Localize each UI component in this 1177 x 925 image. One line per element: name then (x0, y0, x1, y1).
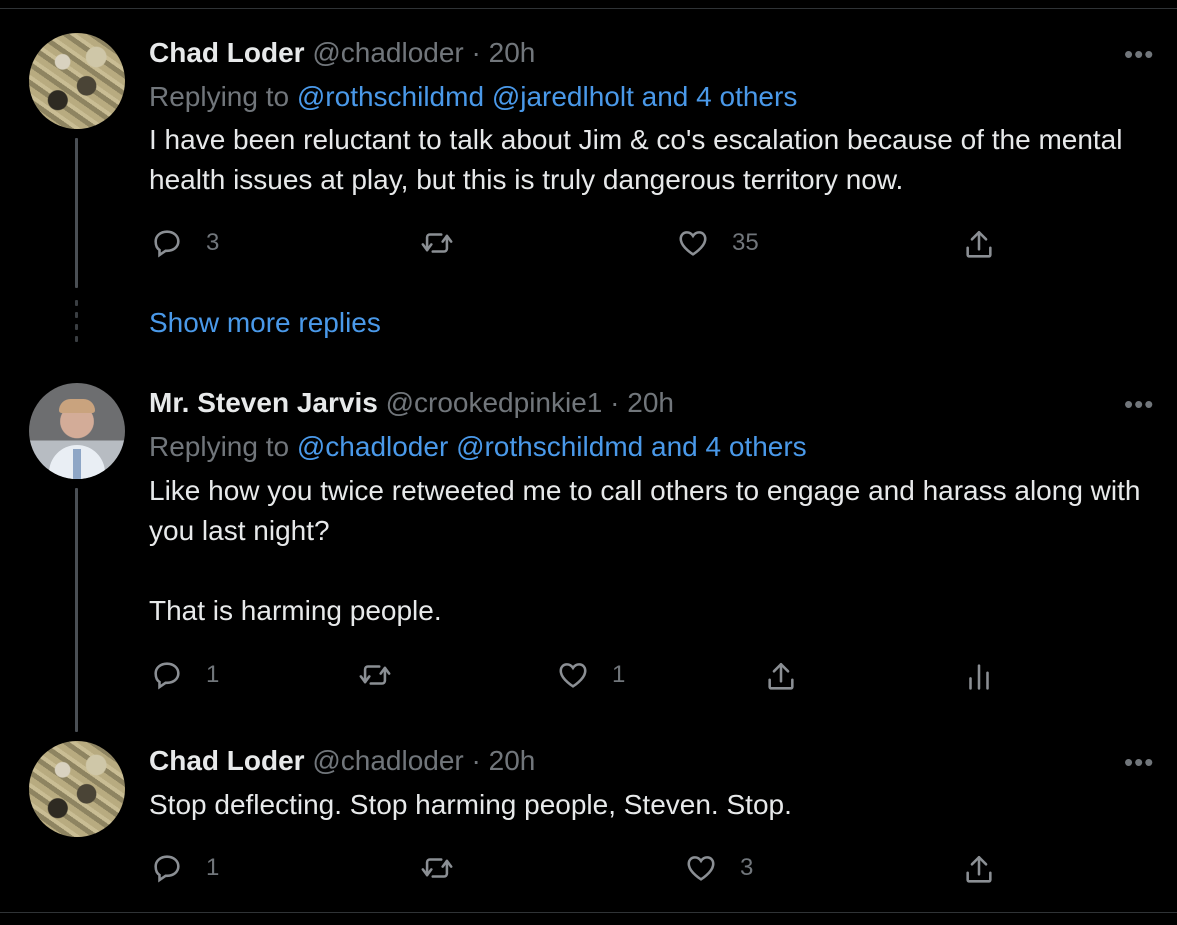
retweet-icon (359, 665, 391, 685)
avatar[interactable] (29, 383, 125, 479)
retweet-icon (421, 233, 453, 253)
thread-gap-dots (75, 300, 78, 360)
replying-prefix: Replying to (149, 431, 290, 462)
reply-button[interactable]: 1 (150, 851, 219, 885)
show-more-replies-link[interactable]: Show more replies (149, 306, 381, 340)
like-count: 35 (732, 229, 759, 256)
avatar-hair (59, 399, 95, 413)
avatar[interactable] (29, 33, 125, 129)
tweet-header: Chad Loder @chadloder · 20h (149, 36, 535, 70)
reply-icon (154, 230, 180, 258)
mention-link[interactable]: @rothschildmd (456, 431, 643, 462)
display-name[interactable]: Mr. Steven Jarvis (149, 387, 378, 418)
timestamp[interactable]: 20h (627, 387, 674, 418)
tweet-header: Mr. Steven Jarvis @crookedpinkie1 · 20h (149, 386, 674, 420)
thread-line (75, 138, 78, 288)
like-icon (679, 231, 707, 256)
thread-line (75, 488, 78, 732)
mention-link[interactable]: @chadloder (297, 431, 448, 462)
user-handle[interactable]: @chadloder (312, 37, 463, 68)
retweet-button[interactable] (420, 226, 454, 260)
share-icon (966, 855, 992, 883)
tweet-text: I have been reluctant to talk about Jim … (149, 120, 1129, 200)
like-icon (687, 856, 715, 881)
share-button[interactable] (962, 853, 996, 887)
like-button[interactable]: 3 (684, 851, 753, 885)
bottom-divider (0, 912, 1177, 913)
share-icon (966, 230, 992, 258)
analytics-icon (969, 664, 989, 690)
like-button[interactable]: 1 (556, 658, 625, 692)
tweet-paragraph: Like how you twice retweeted me to call … (149, 475, 1141, 546)
more-options-icon[interactable]: ••• (1124, 749, 1154, 775)
separator: · (471, 745, 481, 776)
others-link[interactable]: and 4 others (642, 81, 798, 112)
mention-link[interactable]: @jaredlholt (492, 81, 634, 112)
tweet-paragraph: I have been reluctant to talk about Jim … (149, 124, 1123, 195)
user-handle[interactable]: @chadloder (312, 745, 463, 776)
reply-button[interactable]: 3 (150, 226, 219, 260)
tweet-text: Stop deflecting. Stop harming people, St… (149, 785, 1159, 825)
like-icon (559, 663, 587, 688)
tweet-paragraph: That is harming people. (149, 595, 442, 626)
tweet-paragraph: Stop deflecting. Stop harming people, St… (149, 789, 792, 820)
replying-to: Replying to @rothschildmd @jaredlholt an… (149, 80, 797, 114)
share-button[interactable] (764, 660, 798, 694)
more-options-icon[interactable]: ••• (1124, 391, 1154, 417)
reply-count: 3 (206, 229, 220, 256)
replying-to: Replying to @chadloder @rothschildmd and… (149, 430, 807, 464)
separator: · (471, 37, 481, 68)
retweet-button[interactable] (358, 658, 392, 692)
replying-prefix: Replying to (149, 81, 290, 112)
retweet-icon (421, 858, 453, 878)
display-name[interactable]: Chad Loder (149, 745, 305, 776)
share-button[interactable] (962, 228, 996, 262)
top-divider (0, 8, 1177, 9)
reply-count: 1 (206, 661, 220, 688)
reply-icon (154, 855, 180, 883)
like-count: 3 (740, 854, 754, 881)
avatar-tie (73, 449, 81, 479)
reply-button[interactable]: 1 (150, 658, 219, 692)
analytics-button[interactable] (962, 660, 996, 694)
display-name[interactable]: Chad Loder (149, 37, 305, 68)
others-link[interactable]: and 4 others (651, 431, 807, 462)
share-icon (768, 662, 794, 690)
like-button[interactable]: 35 (676, 226, 759, 260)
reply-count: 1 (206, 854, 220, 881)
avatar[interactable] (29, 741, 125, 837)
timestamp[interactable]: 20h (489, 745, 536, 776)
mention-link[interactable]: @rothschildmd (297, 81, 484, 112)
separator: · (610, 387, 620, 418)
tweet-text: Like how you twice retweeted me to call … (149, 471, 1159, 631)
timestamp[interactable]: 20h (489, 37, 536, 68)
user-handle[interactable]: @crookedpinkie1 (386, 387, 603, 418)
reply-icon (154, 662, 180, 690)
like-count: 1 (612, 661, 626, 688)
more-options-icon[interactable]: ••• (1124, 41, 1154, 67)
retweet-button[interactable] (420, 851, 454, 885)
tweet-header: Chad Loder @chadloder · 20h (149, 744, 535, 778)
